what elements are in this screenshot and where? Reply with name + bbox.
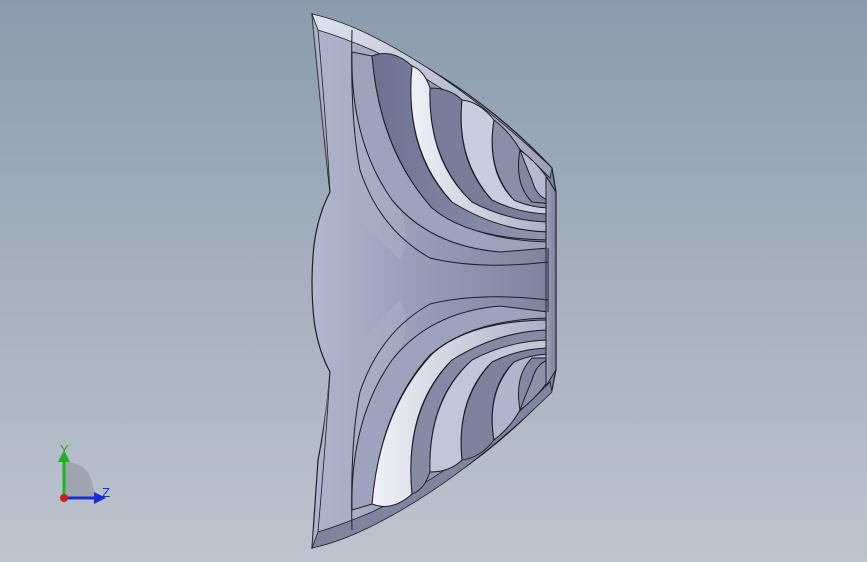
triad-xz-plane	[64, 462, 94, 498]
view-orientation-triad[interactable]: Y Z	[48, 440, 128, 510]
triad-x-axis-dot	[60, 494, 68, 502]
triad-z-label: Z	[102, 485, 110, 500]
graphics-viewport[interactable]: Y Z	[0, 0, 867, 562]
triad-y-label: Y	[60, 442, 69, 457]
3d-model-part[interactable]	[0, 0, 867, 562]
